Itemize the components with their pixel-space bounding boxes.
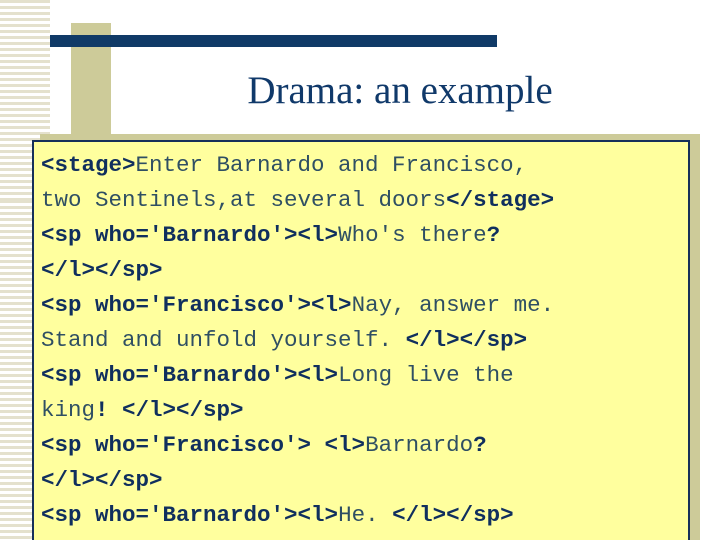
code-tag-text: <sp who='Barnardo'><l>: [41, 502, 339, 528]
code-tag-text: <sp who='Barnardo'><l>: [41, 222, 339, 248]
code-tag-text: <sp who='Barnardo'><l>: [41, 362, 339, 388]
page-title: Drama: an example: [247, 69, 553, 112]
code-tag-text: <sp who='Francisco'><l>: [41, 292, 352, 318]
navy-title-rule: [50, 35, 497, 47]
code-body-text: Long live the: [338, 362, 514, 388]
left-stripe-decoration-lower: [0, 200, 34, 540]
code-example-box: <stage>Enter Barnardo and Francisco, two …: [32, 140, 690, 540]
code-body-text: Nay, answer me.: [351, 292, 555, 318]
code-tag-text: ?: [486, 222, 501, 248]
code-tag-text: </l></sp>: [405, 327, 528, 353]
code-tag-text: </stage>: [446, 187, 555, 213]
code-line: king! </l></sp>: [41, 393, 688, 428]
code-line: <stage>Enter Barnardo and Francisco,: [41, 148, 688, 183]
slide-canvas: Drama: an example <stage>Enter Barnardo …: [0, 0, 720, 540]
code-tag-text: </l></sp>: [41, 467, 163, 493]
code-line: <sp who='Barnardo'><l>He. </l></sp>: [41, 498, 688, 533]
code-line: </l></sp>: [41, 463, 688, 498]
code-body-text: He.: [338, 502, 393, 528]
code-line: </l></sp>: [41, 253, 688, 288]
code-body-text: king: [41, 397, 96, 423]
code-body-text: Stand and unfold yourself.: [41, 327, 406, 353]
code-tag-text: </l></sp>: [122, 397, 244, 423]
code-body-text: Who's there: [338, 222, 487, 248]
code-line: <sp who='Barnardo'><l>Long live the: [41, 358, 688, 393]
code-line: <sp who='Francisco'> <l>Barnardo?: [41, 428, 688, 463]
code-line: <sp who='Barnardo'><l>Who's there?: [41, 218, 688, 253]
code-line: Stand and unfold yourself. </l></sp>: [41, 323, 688, 358]
code-tag-text: <sp who='Francisco'> <l>: [41, 432, 366, 458]
code-line-list: <stage>Enter Barnardo and Francisco, two …: [41, 148, 688, 533]
code-body-text: two Sentinels,at several doors: [41, 187, 447, 213]
code-tag-text: ?: [473, 432, 487, 458]
code-tag-text: !: [95, 397, 123, 423]
code-body-text: Enter Barnardo and Francisco,: [135, 152, 528, 178]
code-line: <sp who='Francisco'><l>Nay, answer me.: [41, 288, 688, 323]
code-body-text: Barnardo: [365, 432, 474, 458]
code-line: two Sentinels,at several doors</stage>: [41, 183, 688, 218]
code-tag-text: <stage>: [41, 152, 136, 178]
code-tag-text: </l></sp>: [41, 257, 163, 283]
code-tag-text: </l></sp>: [392, 502, 514, 528]
